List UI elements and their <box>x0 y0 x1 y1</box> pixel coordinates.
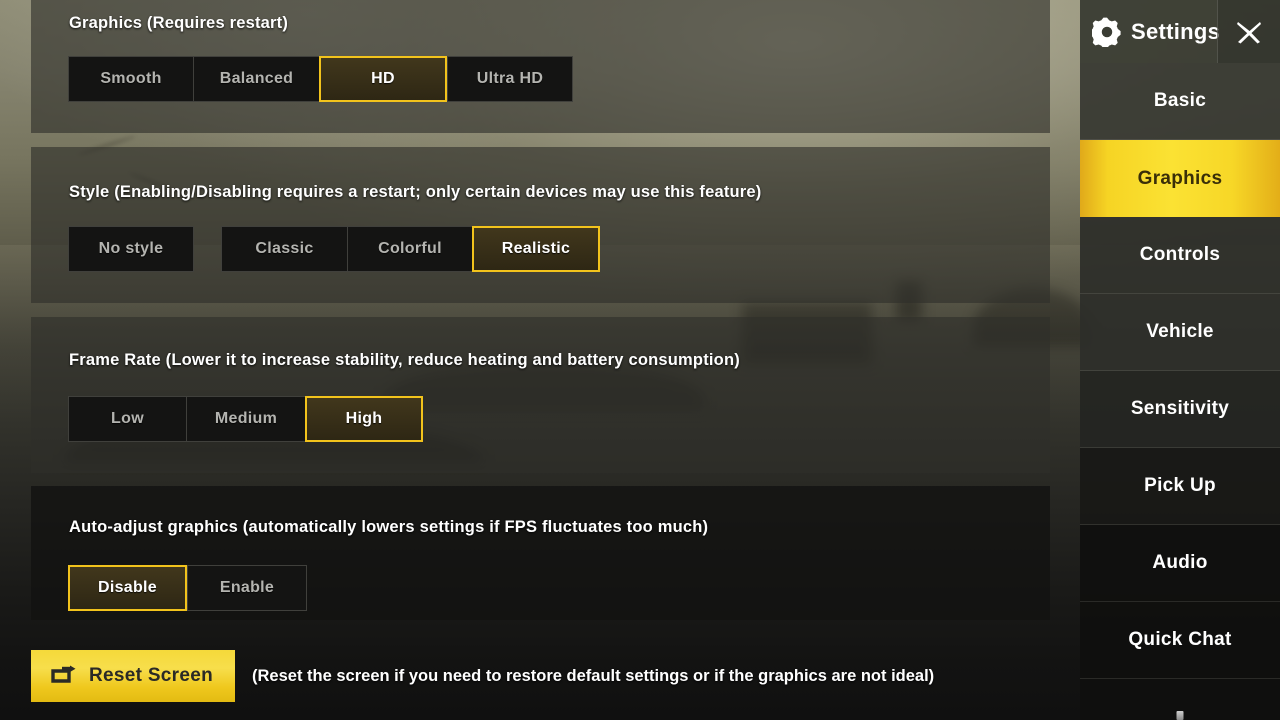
reset-arrow-icon <box>51 665 76 683</box>
sidebar-item-label: Vehicle <box>1146 321 1214 342</box>
option-low-label: Low <box>111 410 144 427</box>
graphics-option-group: Smooth Balanced HD Ultra HD <box>68 56 573 102</box>
option-realistic[interactable]: Realistic <box>472 226 600 272</box>
sidebar-item-list: Basic Graphics Controls Vehicle Sensitiv… <box>1080 63 1280 720</box>
sidebar-item-label: Pick Up <box>1144 475 1216 496</box>
section-graphics-title: Graphics (Requires restart) <box>69 14 289 32</box>
section-graphics: Graphics (Requires restart) Smooth Balan… <box>31 0 1050 133</box>
sidebar-item-pick-up[interactable]: Pick Up <box>1080 448 1280 525</box>
option-hd-label: HD <box>371 70 395 87</box>
option-disable-label: Disable <box>97 579 157 596</box>
option-smooth[interactable]: Smooth <box>68 56 193 102</box>
scroll-indicator <box>1176 711 1184 720</box>
option-enable[interactable]: Enable <box>187 565 307 611</box>
section-style-title: Style (Enabling/Disabling requires a res… <box>69 183 762 201</box>
option-high-label: High <box>345 410 383 427</box>
option-colorful-label: Colorful <box>378 240 442 257</box>
sidebar-item-label: Basic <box>1153 90 1207 111</box>
section-auto-adjust-title: Auto-adjust graphics (automatically lowe… <box>69 518 709 536</box>
section-frame-rate-title: Frame Rate (Lower it to increase stabili… <box>69 351 740 369</box>
section-auto-adjust: Auto-adjust graphics (automatically lowe… <box>31 486 1050 620</box>
option-classic-label: Classic <box>255 240 314 257</box>
reset-screen-button[interactable]: Reset Screen <box>31 650 236 702</box>
auto-adjust-option-group: Disable Enable <box>68 565 307 611</box>
sidebar-header: Settings <box>1080 0 1280 63</box>
sidebar-item-label: Audio <box>1152 552 1208 573</box>
section-frame-rate: Frame Rate (Lower it to increase stabili… <box>31 317 1050 473</box>
option-ultra-hd[interactable]: Ultra HD <box>447 56 573 102</box>
style-option-group: No style Classic Colorful Realistic <box>68 226 600 272</box>
option-enable-label: Enable <box>219 579 275 596</box>
sidebar-item-label: Controls <box>1139 244 1221 265</box>
sidebar-item-basic[interactable]: Basic <box>1080 63 1280 140</box>
option-disable[interactable]: Disable <box>68 565 187 611</box>
sidebar-item-label: Sensitivity <box>1130 398 1230 419</box>
option-balanced-label: Balanced <box>219 70 294 87</box>
option-balanced[interactable]: Balanced <box>193 56 319 102</box>
sidebar-item-next-partial[interactable] <box>1080 679 1280 720</box>
option-no-style-label: No style <box>98 240 164 257</box>
sidebar-item-controls[interactable]: Controls <box>1080 217 1280 294</box>
option-classic[interactable]: Classic <box>221 226 347 272</box>
reset-screen-row: Reset Screen (Reset the screen if you ne… <box>31 648 934 704</box>
close-x-icon <box>1237 21 1261 43</box>
sidebar-item-vehicle[interactable]: Vehicle <box>1080 294 1280 371</box>
sidebar-item-audio[interactable]: Audio <box>1080 525 1280 602</box>
gear-icon <box>1092 17 1121 47</box>
option-high[interactable]: High <box>305 396 423 442</box>
option-colorful[interactable]: Colorful <box>347 226 472 272</box>
option-medium-label: Medium <box>214 410 278 427</box>
option-ultra-hd-label: Ultra HD <box>476 70 544 87</box>
settings-sidebar: Settings Basic Graphics Controls Vehicle… <box>1080 0 1280 720</box>
option-realistic-label: Realistic <box>501 240 571 257</box>
sidebar-item-graphics[interactable]: Graphics <box>1080 140 1280 217</box>
option-hd[interactable]: HD <box>319 56 447 102</box>
section-style: Style (Enabling/Disabling requires a res… <box>31 147 1050 303</box>
sidebar-item-sensitivity[interactable]: Sensitivity <box>1080 371 1280 448</box>
option-no-style[interactable]: No style <box>68 226 194 272</box>
frame-rate-option-group: Low Medium High <box>68 396 423 442</box>
sidebar-item-label: Graphics <box>1137 167 1223 189</box>
close-button[interactable] <box>1217 0 1280 63</box>
sidebar-item-quick-chat[interactable]: Quick Chat <box>1080 602 1280 679</box>
option-medium[interactable]: Medium <box>186 396 305 442</box>
graphics-settings-content: Graphics (Requires restart) Smooth Balan… <box>31 0 1050 720</box>
option-smooth-label: Smooth <box>100 70 162 87</box>
reset-screen-note: (Reset the screen if you need to restore… <box>252 666 935 685</box>
sidebar-title: Settings <box>1131 18 1221 44</box>
reset-screen-label: Reset Screen <box>89 665 214 686</box>
option-low[interactable]: Low <box>68 396 186 442</box>
sidebar-item-label: Quick Chat <box>1128 629 1232 650</box>
